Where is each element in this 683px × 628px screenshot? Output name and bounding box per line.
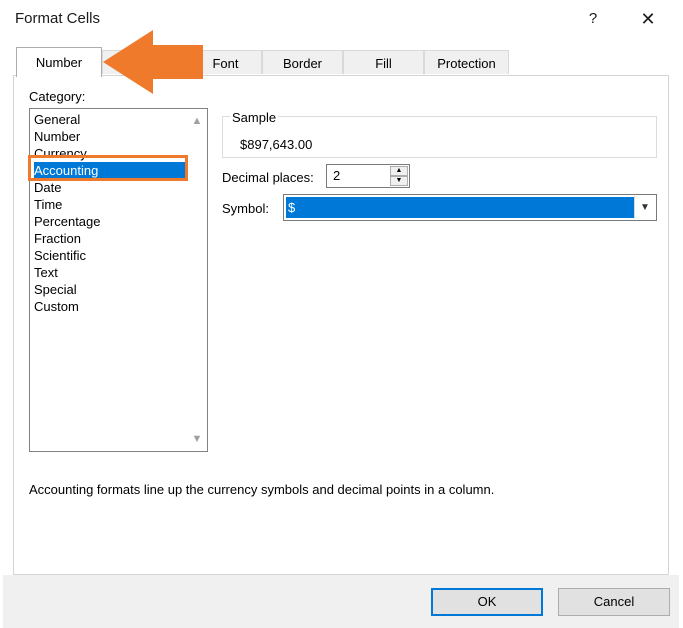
sample-label: Sample [230,110,279,125]
category-item-fraction[interactable]: Fraction [34,230,186,247]
category-item-currency[interactable]: Currency [34,145,186,162]
category-item-scientific[interactable]: Scientific [34,247,186,264]
category-item-general[interactable]: General [34,111,186,128]
category-item-accounting[interactable]: Accounting [34,162,186,179]
sample-value: $897,643.00 [240,137,313,152]
tab-border[interactable]: Border [262,50,343,74]
symbol-selected-value[interactable]: $ [286,197,635,218]
category-item-percentage[interactable]: Percentage [34,213,186,230]
decimal-places-value[interactable]: 2 [333,168,340,183]
scroll-up-icon[interactable]: ▲ [189,113,205,129]
category-item-date[interactable]: Date [34,179,186,196]
category-item-custom[interactable]: Custom [34,298,186,315]
ok-button[interactable]: OK [431,588,543,616]
chevron-down-icon[interactable]: ▼ [634,196,655,219]
category-item-text[interactable]: Text [34,264,186,281]
category-description: Accounting formats line up the currency … [29,482,495,497]
category-label: Category: [29,89,86,104]
category-item-time[interactable]: Time [34,196,186,213]
tab-fill[interactable]: Fill [343,50,424,74]
tab-protection[interactable]: Protection [424,50,509,74]
increment-icon[interactable]: ▲ [390,166,408,176]
symbol-dropdown[interactable]: $ ▼ [283,194,657,221]
tab-number[interactable]: Number [16,47,102,77]
scroll-down-icon[interactable]: ▼ [189,431,205,447]
format-cells-dialog: Format Cells ? ✕ Number Alignment Font B… [3,0,679,628]
dialog-title: Format Cells [15,10,101,27]
symbol-label: Symbol: [222,201,269,216]
category-list[interactable]: General Number Currency Accounting Date … [29,108,208,452]
help-button[interactable]: ? [581,6,605,32]
close-button[interactable]: ✕ [635,6,661,32]
decimal-places-label: Decimal places: [222,170,314,185]
annotation-arrow-icon [103,30,203,94]
category-item-number[interactable]: Number [34,128,186,145]
decimal-places-stepper[interactable]: 2 ▲ ▼ [326,164,410,188]
cancel-button[interactable]: Cancel [558,588,670,616]
decrement-icon[interactable]: ▼ [390,176,408,186]
category-item-special[interactable]: Special [34,281,186,298]
